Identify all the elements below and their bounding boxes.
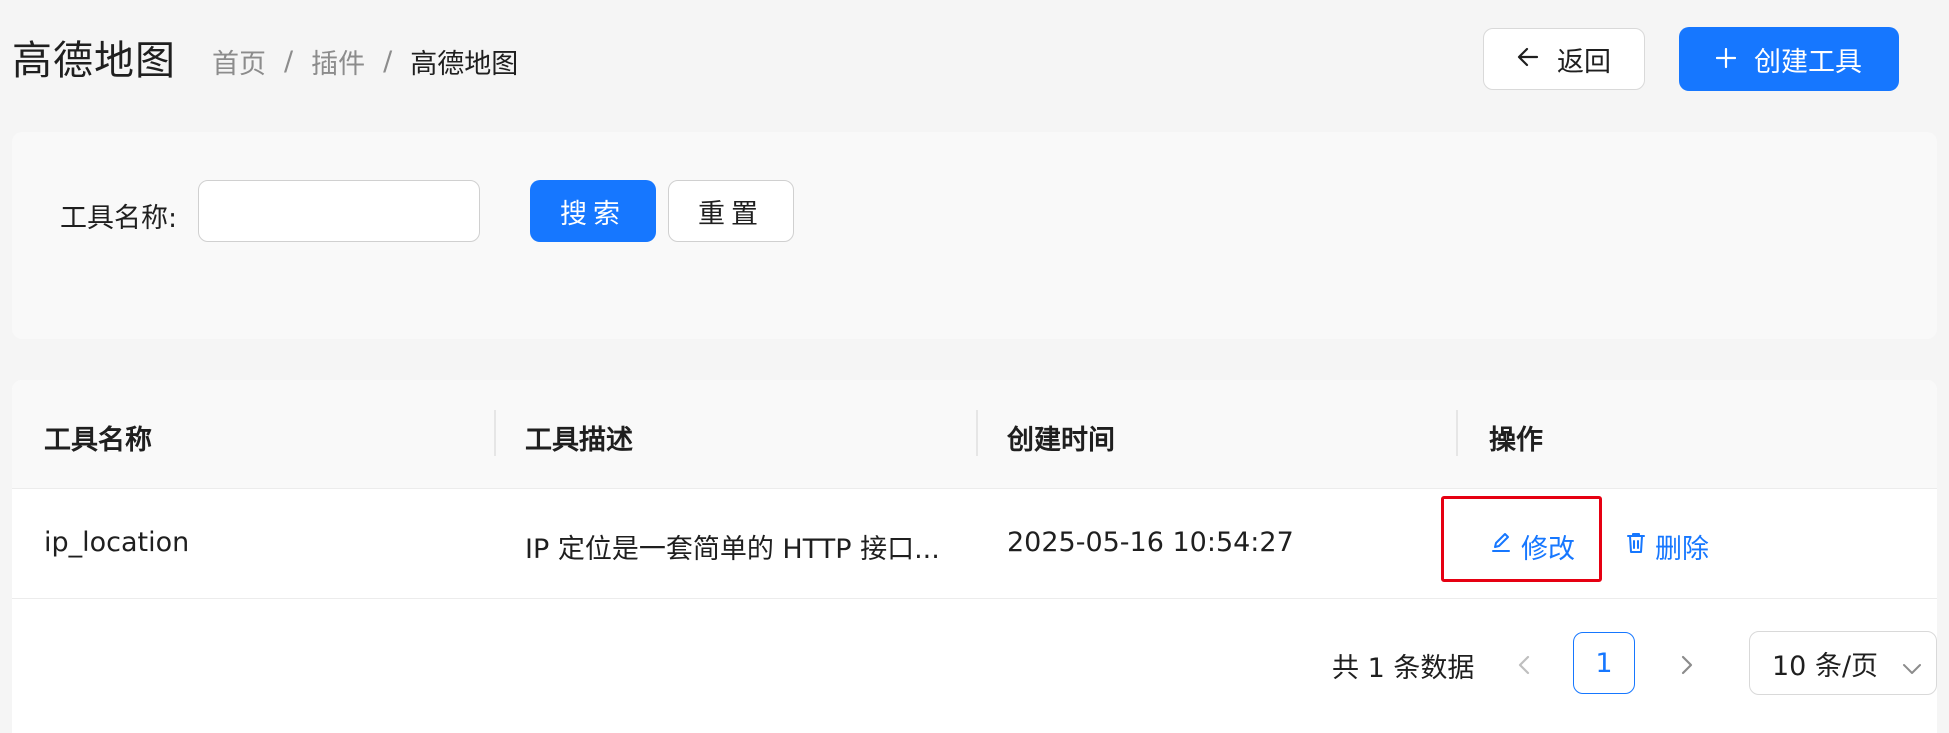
column-divider	[1456, 410, 1458, 456]
search-panel: 工具名称: 搜索 重置	[12, 132, 1937, 339]
back-button[interactable]: 返回	[1483, 28, 1645, 90]
column-divider	[494, 410, 496, 456]
table-row: ip_location IP 定位是一套简单的 HTTP 接口... 2025-…	[12, 489, 1937, 599]
cell-tool-name: ip_location	[44, 527, 190, 558]
delete-icon	[1625, 531, 1655, 562]
cell-tool-description: IP 定位是一套简单的 HTTP 接口...	[525, 534, 940, 565]
chevron-right-icon[interactable]	[1672, 650, 1702, 680]
breadcrumb-separator: /	[383, 46, 393, 77]
breadcrumb-plugins[interactable]: 插件	[311, 42, 365, 81]
tools-table: 工具名称 工具描述 创建时间 操作 ip_location IP 定位是一套简单…	[12, 380, 1937, 733]
delete-link-label: 删除	[1655, 534, 1709, 565]
plus-icon	[1715, 44, 1754, 75]
edit-highlight-box	[1441, 496, 1602, 582]
pagination-total: 共 1 条数据	[1332, 653, 1475, 684]
column-header-created: 创建时间	[1007, 425, 1115, 456]
back-button-label: 返回	[1557, 46, 1611, 78]
create-tool-button[interactable]: 创建工具	[1679, 27, 1899, 91]
arrow-left-icon	[1517, 44, 1557, 75]
chevron-left-icon[interactable]	[1509, 650, 1539, 680]
tool-name-label: 工具名称:	[60, 203, 178, 234]
column-header-description: 工具描述	[525, 425, 633, 456]
create-tool-button-label: 创建工具	[1754, 46, 1862, 78]
page-header: 高德地图 首页 / 插件 / 高德地图 返回 创建工具	[0, 0, 1949, 120]
table-header: 工具名称 工具描述 创建时间 操作	[12, 380, 1937, 489]
breadcrumb-current: 高德地图	[410, 49, 519, 80]
pagination-page[interactable]: 1	[1573, 632, 1635, 694]
column-header-name: 工具名称	[44, 425, 152, 456]
cell-created-time: 2025-05-16 10:54:27	[1007, 527, 1294, 558]
chevron-down-icon	[1902, 652, 1922, 683]
page-size-select[interactable]: 10 条/页	[1749, 631, 1937, 695]
breadcrumb: 首页 / 插件 / 高德地图	[212, 42, 518, 81]
reset-button[interactable]: 重置	[668, 180, 794, 242]
tool-name-input[interactable]	[198, 180, 480, 242]
page-title: 高德地图	[12, 38, 176, 84]
search-button[interactable]: 搜索	[530, 180, 656, 242]
column-divider	[976, 410, 978, 456]
breadcrumb-home[interactable]: 首页	[212, 42, 266, 81]
delete-link[interactable]: 删除	[1625, 527, 1709, 566]
breadcrumb-separator: /	[284, 46, 294, 77]
page-size-value: 10 条/页	[1772, 650, 1879, 682]
column-header-actions: 操作	[1489, 425, 1543, 456]
